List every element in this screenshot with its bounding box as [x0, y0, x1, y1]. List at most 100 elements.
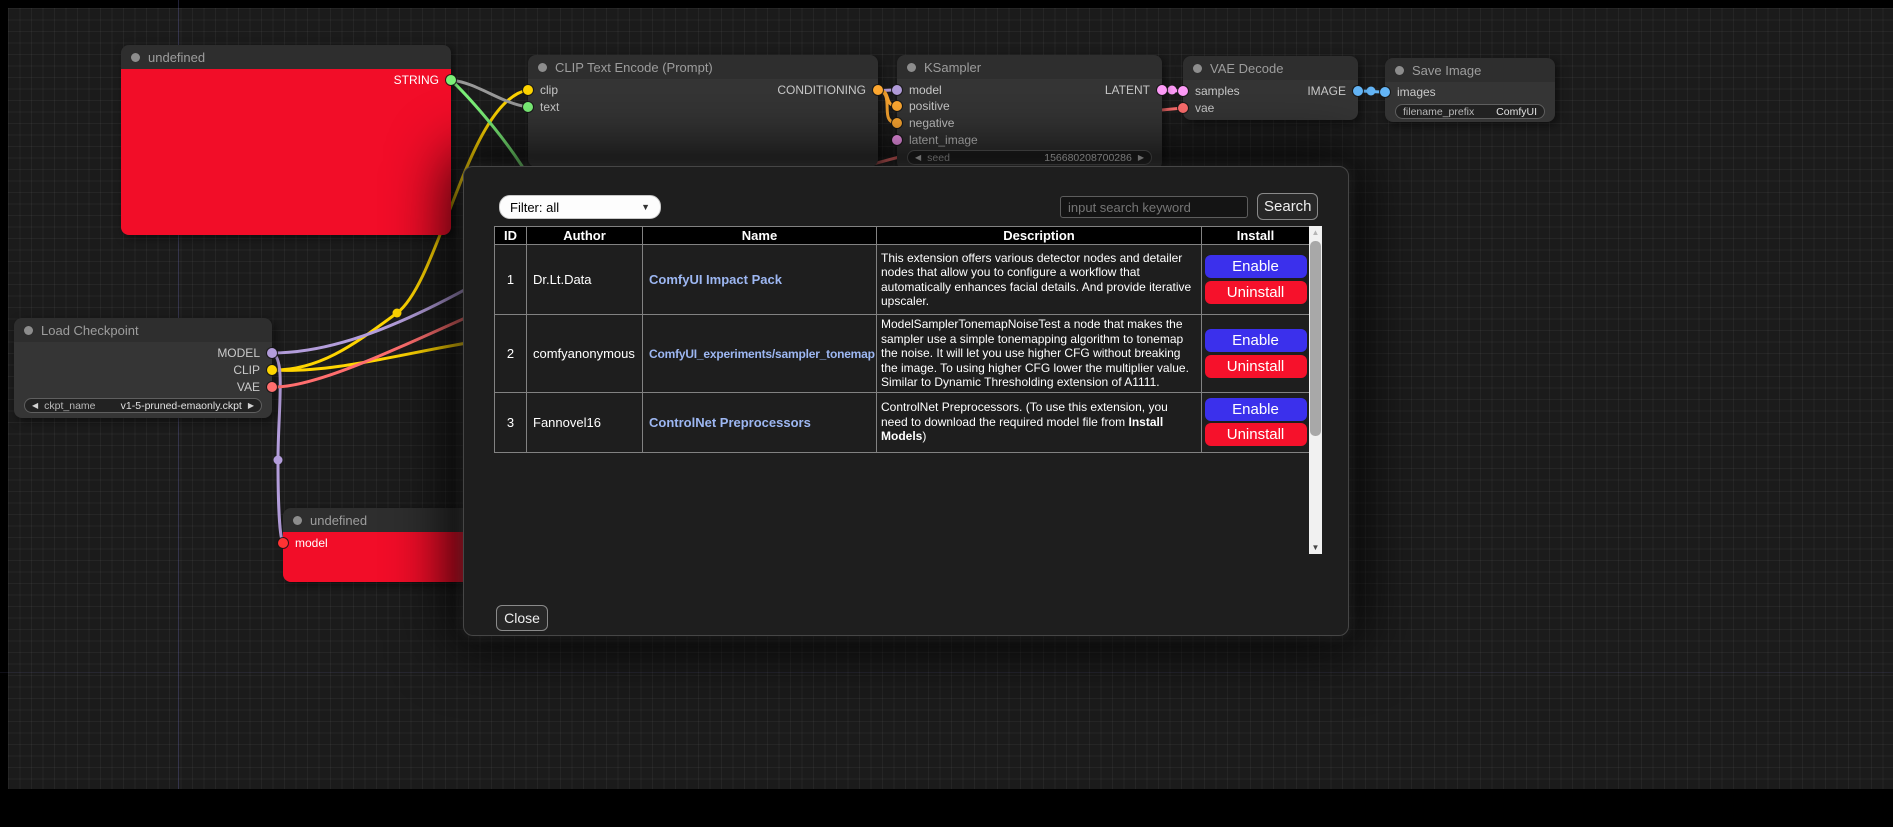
input-slot-text: text: [528, 100, 559, 114]
input-slot-samples: samples: [1183, 84, 1240, 98]
output-slot-vae: VAE: [237, 380, 272, 394]
collapse-dot-icon[interactable]: [907, 63, 916, 72]
manager-dialog: Filter: all ▼ Search ID Author Name Desc…: [463, 166, 1349, 636]
previous-arrow-icon[interactable]: ◀: [32, 399, 38, 412]
cell-description: ControlNet Preprocessors. (To use this e…: [877, 392, 1202, 452]
uninstall-button[interactable]: Uninstall: [1205, 281, 1307, 304]
node-clip-text-encode[interactable]: CLIP Text Encode (Prompt) clip text COND…: [528, 55, 878, 167]
next-arrow-icon[interactable]: ▶: [248, 399, 254, 412]
column-header-name: Name: [643, 227, 877, 245]
widget-value[interactable]: 156680208700286: [1044, 152, 1132, 164]
input-slot-clip: clip: [528, 83, 558, 97]
table-scrollbar[interactable]: ▲ ▼: [1309, 226, 1322, 554]
node-undefined-top[interactable]: undefined STRING: [121, 45, 451, 235]
extension-link[interactable]: ComfyUI_experiments/sampler_tonemap: [649, 347, 875, 361]
node-load-checkpoint[interactable]: Load Checkpoint MODEL CLIP VAE ◀ ckpt_na…: [14, 318, 272, 418]
slot-dot-latent-image[interactable]: [892, 135, 902, 145]
input-slot-model: model: [897, 83, 942, 97]
filter-select[interactable]: Filter: all ▼: [499, 195, 661, 219]
collapse-dot-icon[interactable]: [538, 63, 547, 72]
node-header[interactable]: Save Image: [1385, 58, 1555, 82]
input-slot-latent-image: latent_image: [897, 133, 978, 147]
extension-link[interactable]: ComfyUI Impact Pack: [649, 272, 782, 287]
collapse-dot-icon[interactable]: [1395, 66, 1404, 75]
node-title: KSampler: [924, 60, 981, 75]
enable-button[interactable]: Enable: [1205, 329, 1307, 352]
node-vae-decode[interactable]: VAE Decode samples vae IMAGE: [1183, 56, 1358, 120]
scrollbar-thumb[interactable]: [1310, 241, 1321, 436]
slot-dot-image[interactable]: [1353, 86, 1363, 96]
enable-button[interactable]: Enable: [1205, 255, 1307, 278]
cell-author: Dr.Lt.Data: [527, 245, 643, 315]
search-input[interactable]: [1060, 196, 1248, 218]
slot-dot-conditioning[interactable]: [873, 85, 883, 95]
uninstall-button[interactable]: Uninstall: [1205, 355, 1307, 378]
filter-select-value: Filter: all: [510, 200, 559, 215]
canvas-grid-line-horizontal: [0, 672, 1893, 673]
node-ksampler[interactable]: KSampler model positive negative latent_…: [897, 55, 1162, 170]
slot-dot-model[interactable]: [892, 85, 902, 95]
slot-dot-clip[interactable]: [523, 85, 533, 95]
ckpt-name-widget[interactable]: ◀ ckpt_name v1-5-pruned-emaonly.ckpt ▶: [24, 398, 262, 413]
enable-button[interactable]: Enable: [1205, 398, 1307, 421]
widget-value[interactable]: ComfyUI: [1496, 106, 1537, 118]
extension-link[interactable]: ControlNet Preprocessors: [649, 415, 811, 430]
cell-author: comfyanonymous: [527, 315, 643, 393]
close-button[interactable]: Close: [496, 605, 548, 631]
node-title: VAE Decode: [1210, 61, 1283, 76]
input-slot-images: images: [1385, 85, 1436, 99]
column-header-install: Install: [1202, 227, 1310, 245]
table-row: 3 Fannovel16 ControlNet Preprocessors Co…: [495, 392, 1310, 452]
scroll-down-icon[interactable]: ▼: [1309, 541, 1322, 554]
cell-description: ModelSamplerTonemapNoiseTest a node that…: [877, 315, 1202, 393]
node-header[interactable]: Load Checkpoint: [14, 318, 272, 342]
widget-label: seed: [927, 152, 950, 164]
extensions-table: ID Author Name Description Install 1 Dr.…: [494, 226, 1310, 453]
slot-dot-model-error[interactable]: [278, 538, 288, 548]
collapse-dot-icon[interactable]: [293, 516, 302, 525]
input-slot-positive: positive: [897, 99, 950, 113]
cell-install: Enable Uninstall: [1202, 315, 1310, 393]
node-header[interactable]: undefined: [121, 45, 451, 69]
filename-prefix-widget[interactable]: filename_prefix ComfyUI: [1395, 104, 1545, 119]
node-header[interactable]: KSampler: [897, 55, 1162, 79]
slot-dot-vae[interactable]: [1178, 103, 1188, 113]
seed-widget[interactable]: ◀ seed 156680208700286 ▶: [907, 150, 1152, 165]
table-row: 1 Dr.Lt.Data ComfyUI Impact Pack This ex…: [495, 245, 1310, 315]
widget-value[interactable]: v1-5-pruned-emaonly.ckpt: [121, 400, 242, 412]
node-header[interactable]: CLIP Text Encode (Prompt): [528, 55, 878, 79]
chevron-down-icon: ▼: [641, 202, 650, 212]
output-slot-conditioning: CONDITIONING: [777, 83, 878, 97]
slot-dot-model[interactable]: [267, 348, 277, 358]
decrement-arrow-icon[interactable]: ◀: [915, 151, 921, 164]
cell-description: This extension offers various detector n…: [877, 245, 1202, 315]
node-header[interactable]: VAE Decode: [1183, 56, 1358, 80]
cell-install: Enable Uninstall: [1202, 245, 1310, 315]
slot-dot-latent[interactable]: [1157, 85, 1167, 95]
node-title: undefined: [310, 513, 367, 528]
search-button[interactable]: Search: [1257, 193, 1318, 220]
collapse-dot-icon[interactable]: [24, 326, 33, 335]
table-header-row: ID Author Name Description Install: [495, 227, 1310, 245]
node-save-image[interactable]: Save Image images filename_prefix ComfyU…: [1385, 58, 1555, 122]
widget-label: ckpt_name: [44, 400, 95, 412]
slot-dot-images[interactable]: [1380, 87, 1390, 97]
slot-dot-vae[interactable]: [267, 382, 277, 392]
slot-dot-negative[interactable]: [892, 118, 902, 128]
slot-dot-clip[interactable]: [267, 365, 277, 375]
slot-dot-string[interactable]: [446, 75, 456, 85]
scroll-up-icon[interactable]: ▲: [1309, 226, 1322, 239]
collapse-dot-icon[interactable]: [1193, 64, 1202, 73]
collapse-dot-icon[interactable]: [131, 53, 140, 62]
slot-dot-samples[interactable]: [1178, 86, 1188, 96]
cell-author: Fannovel16: [527, 392, 643, 452]
output-slot-image: IMAGE: [1307, 84, 1358, 98]
cell-id: 3: [495, 392, 527, 452]
output-slot-latent: LATENT: [1105, 83, 1162, 97]
widget-label: filename_prefix: [1403, 106, 1474, 118]
increment-arrow-icon[interactable]: ▶: [1138, 151, 1144, 164]
slot-dot-text[interactable]: [523, 102, 533, 112]
uninstall-button[interactable]: Uninstall: [1205, 423, 1307, 446]
slot-dot-positive[interactable]: [892, 101, 902, 111]
table-row: 2 comfyanonymous ComfyUI_experiments/sam…: [495, 315, 1310, 393]
